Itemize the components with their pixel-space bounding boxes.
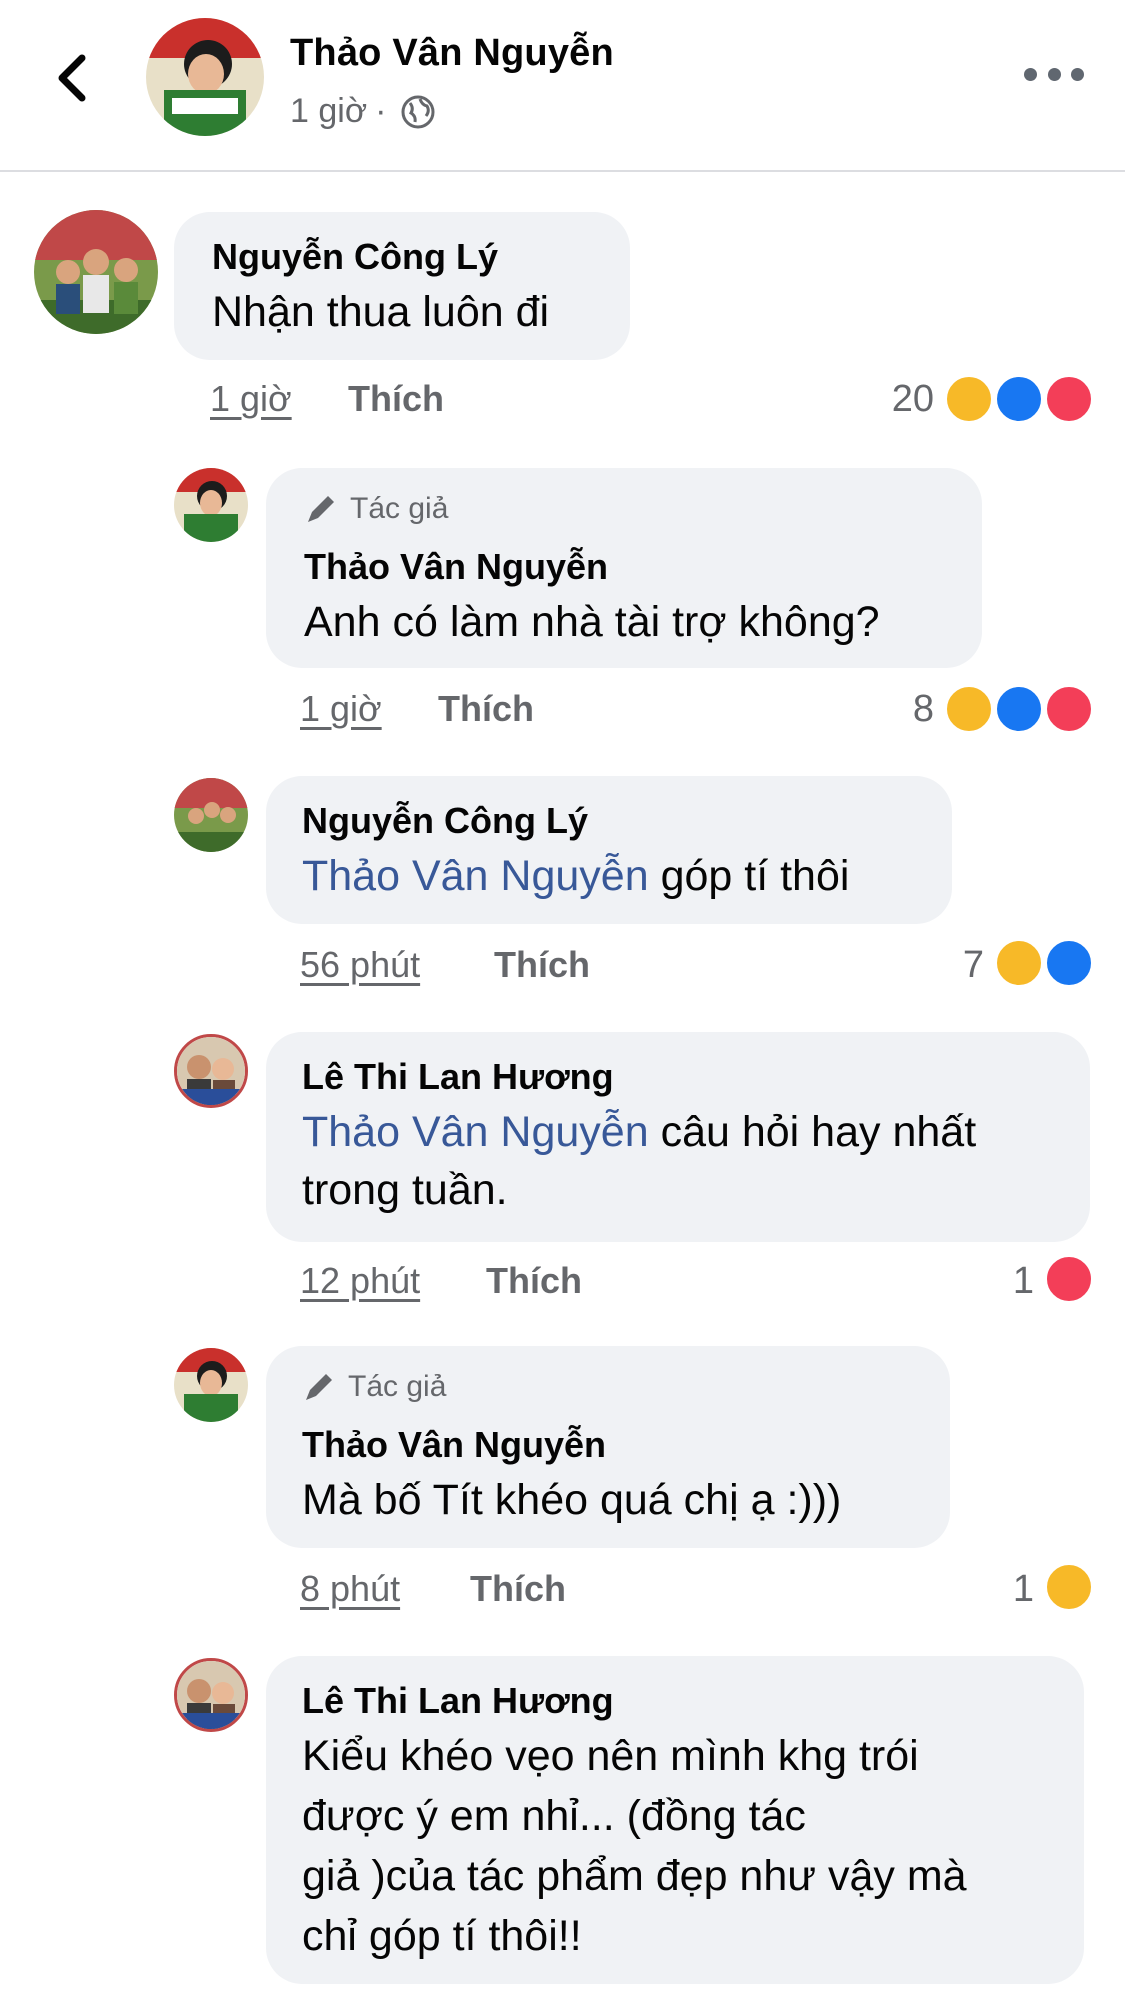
replier-avatar[interactable]	[174, 1658, 248, 1732]
header-avatar[interactable]	[146, 18, 264, 136]
reply-bubble: Nguyễn Công Lý Thảo Vân Nguyễn góp tí th…	[266, 776, 952, 924]
reply-bubble: Tác giả Thảo Vân Nguyễn Anh có làm nhà t…	[266, 468, 982, 668]
reply-bubble: Tác giả Thảo Vân Nguyễn Mà bố Tít khéo q…	[266, 1346, 950, 1548]
comment-time[interactable]: 56 phút	[300, 944, 420, 986]
comment-text: Mà bố Tít khéo quá chị ạ :)))	[302, 1476, 842, 1524]
author-badge-label: Tác giả	[348, 1370, 447, 1403]
reaction-count[interactable]: 1	[970, 1568, 1034, 1611]
comment-text-line: Kiểu khéo vẹo nên mình khg trói	[302, 1732, 919, 1780]
haha-reaction-icon	[1044, 1562, 1094, 1612]
comment-author[interactable]: Nguyễn Công Lý	[302, 800, 588, 842]
reply-bubble: Lê Thi Lan Hương Kiểu khéo vẹo nên mình …	[266, 1656, 1084, 1984]
like-button[interactable]: Thích	[486, 1260, 582, 1302]
pencil-icon	[306, 1374, 332, 1400]
comment-bubble: Nguyễn Công Lý Nhận thua luôn đi	[174, 212, 630, 360]
author-badge-label: Tác giả	[350, 492, 449, 525]
reaction-count[interactable]: 20	[870, 378, 934, 421]
mention-link[interactable]: Thảo Vân Nguyễn	[302, 1108, 649, 1156]
reply-bubble: Lê Thi Lan Hương Thảo Vân Nguyễn câu hỏi…	[266, 1032, 1090, 1242]
comment-text: Thảo Vân Nguyễn góp tí thôi	[302, 852, 850, 900]
comment-author[interactable]: Lê Thi Lan Hương	[302, 1056, 614, 1098]
comment-time[interactable]: 1 giờ	[210, 378, 292, 420]
chevron-left-icon	[58, 54, 86, 102]
comment-text-line: chỉ góp tí thôi!!	[302, 1912, 582, 1960]
like-reaction-icon	[1044, 938, 1094, 988]
comment-author[interactable]: Nguyễn Công Lý	[212, 236, 498, 278]
comment-text-line: giả )của tác phẩm đẹp như vậy mà	[302, 1852, 967, 1900]
haha-reaction-icon	[944, 684, 994, 734]
comment-author[interactable]: Thảo Vân Nguyễn	[304, 546, 608, 588]
more-options-button[interactable]	[1024, 60, 1084, 88]
like-button[interactable]: Thích	[470, 1568, 566, 1610]
author-badge: Tác giả	[302, 1370, 446, 1404]
comment-text: Thảo Vân Nguyễn câu hỏi hay nhất	[302, 1108, 977, 1156]
comment-text: Nhận thua luôn đi	[212, 288, 550, 336]
comment-author[interactable]: Lê Thi Lan Hương	[302, 1680, 614, 1722]
replier-avatar[interactable]	[174, 468, 248, 542]
post-header: Thảo Vân Nguyễn 1 giờ ·	[0, 0, 1125, 172]
love-reaction-icon	[1044, 1254, 1094, 1304]
post-meta: 1 giờ ·	[290, 92, 436, 131]
post-author-name[interactable]: Thảo Vân Nguyễn	[290, 32, 614, 75]
author-badge: Tác giả	[304, 492, 448, 526]
comment-text-line: được ý em nhỉ... (đồng tác	[302, 1792, 806, 1840]
meta-separator: ·	[375, 92, 387, 130]
reaction-count[interactable]: 7	[920, 944, 984, 987]
comment-text-line: trong tuần.	[302, 1166, 508, 1214]
comment-time[interactable]: 1 giờ	[300, 688, 382, 730]
like-button[interactable]: Thích	[438, 688, 534, 730]
more-icon	[1024, 67, 1037, 81]
pencil-icon	[308, 496, 334, 522]
reaction-count[interactable]: 1	[970, 1260, 1034, 1303]
comment-text: Anh có làm nhà tài trợ không?	[304, 598, 880, 646]
love-reaction-icon	[1044, 684, 1094, 734]
like-reaction-icon	[994, 374, 1044, 424]
replier-avatar[interactable]	[174, 778, 248, 852]
reaction-count[interactable]: 8	[870, 688, 934, 731]
post-time[interactable]: 1 giờ	[290, 92, 367, 131]
like-button[interactable]: Thích	[494, 944, 590, 986]
comment-time[interactable]: 12 phút	[300, 1260, 420, 1302]
globe-icon	[401, 95, 435, 128]
commenter-avatar[interactable]	[34, 210, 158, 334]
replier-avatar[interactable]	[174, 1034, 248, 1108]
like-reaction-icon	[994, 684, 1044, 734]
haha-reaction-icon	[994, 938, 1044, 988]
comment-time[interactable]: 8 phút	[300, 1568, 400, 1610]
replier-avatar[interactable]	[174, 1348, 248, 1422]
comment-author[interactable]: Thảo Vân Nguyễn	[302, 1424, 606, 1466]
like-button[interactable]: Thích	[348, 378, 444, 420]
mention-link[interactable]: Thảo Vân Nguyễn	[302, 852, 649, 900]
back-button[interactable]	[48, 46, 96, 110]
love-reaction-icon	[1044, 374, 1094, 424]
haha-reaction-icon	[944, 374, 994, 424]
